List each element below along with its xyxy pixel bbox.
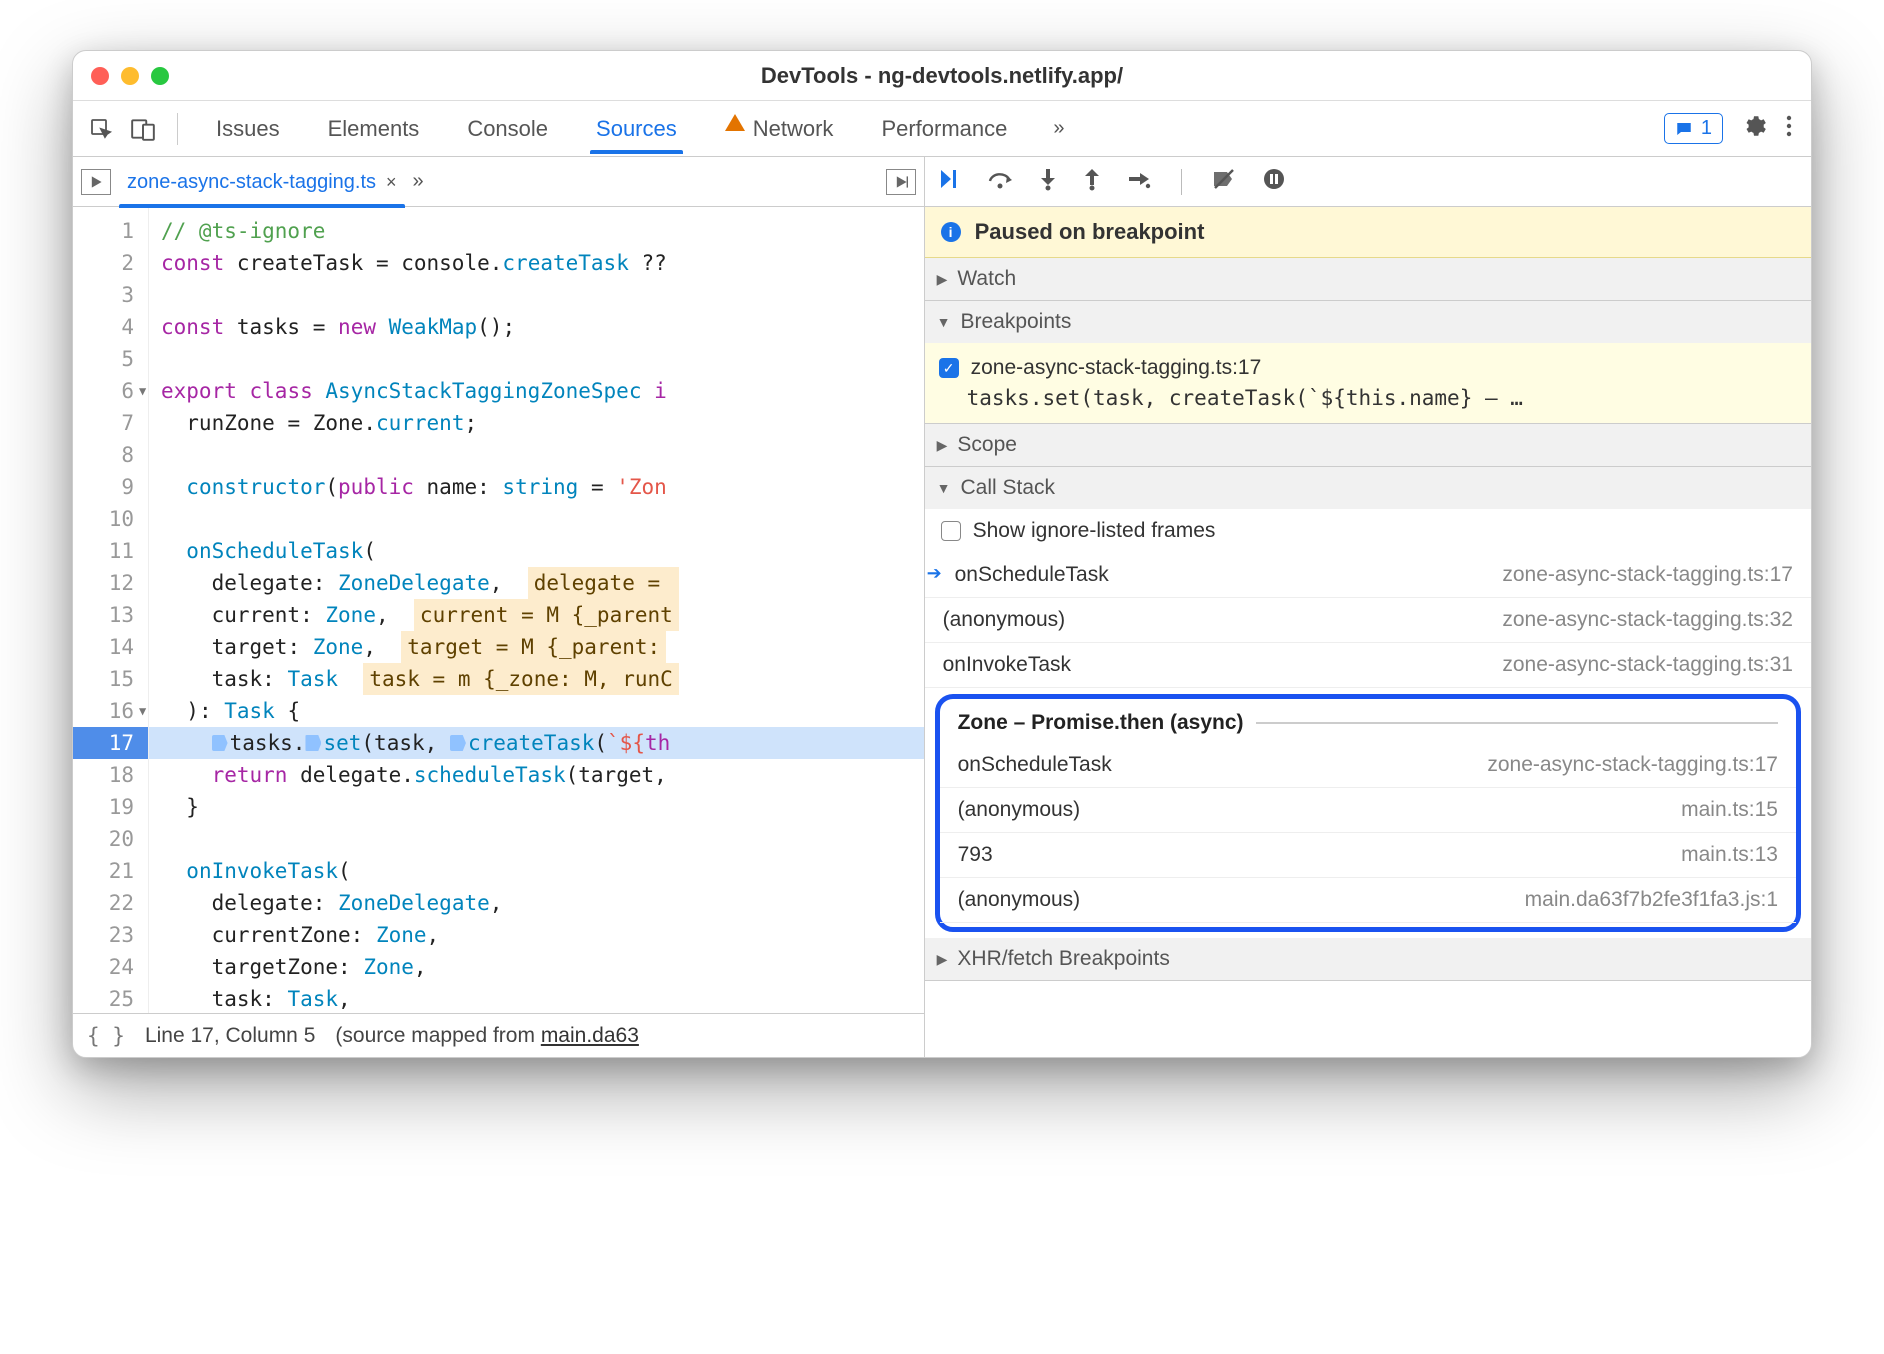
step-icon[interactable] bbox=[1127, 169, 1151, 195]
watch-section: ▶Watch bbox=[925, 258, 1811, 301]
devtools-window: DevTools - ng-devtools.netlify.app/ Issu… bbox=[72, 50, 1812, 1058]
step-out-icon[interactable] bbox=[1083, 167, 1101, 197]
debugger-toggle-icon[interactable] bbox=[886, 169, 916, 195]
checkbox-empty-icon[interactable] bbox=[941, 521, 961, 541]
separator bbox=[177, 113, 178, 145]
editor-statusbar: { } Line 17, Column 5 (source mapped fro… bbox=[73, 1013, 924, 1057]
async-stack-highlight: Zone – Promise.then (async) onScheduleTa… bbox=[935, 694, 1801, 932]
source-map-info: (source mapped from main.da63 bbox=[335, 1024, 639, 1048]
window-title: DevTools - ng-devtools.netlify.app/ bbox=[73, 63, 1811, 89]
more-file-tabs-icon[interactable]: » bbox=[413, 170, 424, 193]
file-tabs: zone-async-stack-tagging.ts × » bbox=[73, 157, 924, 207]
tab-performance[interactable]: Performance bbox=[879, 116, 1009, 154]
xhr-section: ▶XHR/fetch Breakpoints bbox=[925, 938, 1811, 981]
tab-issues[interactable]: Issues bbox=[214, 116, 282, 154]
stack-frame[interactable]: onScheduleTaskzone-async-stack-tagging.t… bbox=[925, 553, 1811, 598]
ignore-listed-label: Show ignore-listed frames bbox=[973, 519, 1216, 543]
source-map-link[interactable]: main.da63 bbox=[541, 1024, 639, 1047]
file-tab-label: zone-async-stack-tagging.ts bbox=[127, 171, 376, 194]
async-group-label: Zone – Promise.then (async) bbox=[958, 711, 1244, 735]
separator bbox=[1181, 169, 1183, 195]
stack-frame[interactable]: 793main.ts:13 bbox=[940, 833, 1796, 878]
file-tab-active[interactable]: zone-async-stack-tagging.ts × bbox=[119, 167, 405, 204]
debugger-pane: i Paused on breakpoint ▶Watch ▼Breakpoin… bbox=[925, 157, 1811, 1057]
step-over-icon[interactable] bbox=[987, 167, 1013, 197]
checkbox-checked-icon[interactable]: ✓ bbox=[939, 358, 959, 378]
breakpoints-header[interactable]: ▼Breakpoints bbox=[925, 301, 1811, 343]
step-into-icon[interactable] bbox=[1039, 167, 1057, 197]
tab-sources[interactable]: Sources bbox=[594, 116, 679, 154]
kebab-icon[interactable] bbox=[1785, 114, 1793, 144]
callstack-section: ▼Call Stack Show ignore-listed frames on… bbox=[925, 467, 1811, 938]
tab-network[interactable]: Network bbox=[723, 116, 836, 154]
scope-section: ▶Scope bbox=[925, 424, 1811, 467]
tab-network-label: Network bbox=[753, 116, 834, 142]
warning-icon bbox=[725, 114, 745, 131]
scope-header[interactable]: ▶Scope bbox=[925, 424, 1811, 466]
tab-console[interactable]: Console bbox=[465, 116, 550, 154]
close-icon[interactable] bbox=[91, 67, 109, 85]
main-toolbar: Issues Elements Console Sources Network … bbox=[73, 101, 1811, 157]
minimize-icon[interactable] bbox=[121, 67, 139, 85]
callstack-header[interactable]: ▼Call Stack bbox=[925, 467, 1811, 509]
breakpoint-code: tasks.set(task, createTask(`${this.name}… bbox=[967, 383, 1795, 413]
pause-on-exceptions-icon[interactable] bbox=[1262, 167, 1286, 197]
breakpoint-location: zone-async-stack-tagging.ts:17 bbox=[971, 353, 1262, 383]
inspect-icon[interactable] bbox=[83, 111, 119, 147]
code-editor[interactable]: 1234567891011121314151617181920212223242… bbox=[73, 207, 924, 1013]
deactivate-breakpoints-icon[interactable] bbox=[1212, 168, 1236, 196]
resume-icon[interactable] bbox=[937, 167, 961, 197]
issues-badge[interactable]: 1 bbox=[1664, 113, 1723, 144]
titlebar: DevTools - ng-devtools.netlify.app/ bbox=[73, 51, 1811, 101]
pretty-print-icon[interactable]: { } bbox=[87, 1024, 125, 1048]
stack-frame[interactable]: (anonymous)main.da63f7b2fe3f1fa3.js:1 bbox=[940, 878, 1796, 923]
tab-elements[interactable]: Elements bbox=[326, 116, 422, 154]
watch-header[interactable]: ▶Watch bbox=[925, 258, 1811, 300]
navigator-toggle-icon[interactable] bbox=[81, 169, 111, 195]
toolbar-right: 1 bbox=[1664, 113, 1793, 145]
close-icon[interactable]: × bbox=[386, 172, 397, 193]
pause-banner-text: Paused on breakpoint bbox=[975, 219, 1205, 245]
issues-count: 1 bbox=[1701, 117, 1712, 140]
stack-frame[interactable]: onInvokeTaskzone-async-stack-tagging.ts:… bbox=[925, 643, 1811, 688]
sources-pane: zone-async-stack-tagging.ts × » 12345678… bbox=[73, 157, 925, 1057]
cursor-position: Line 17, Column 5 bbox=[145, 1024, 315, 1048]
panel-tabs: Issues Elements Console Sources Network … bbox=[214, 110, 1658, 148]
stack-frame[interactable]: onScheduleTaskzone-async-stack-tagging.t… bbox=[940, 743, 1796, 788]
gear-icon[interactable] bbox=[1741, 113, 1767, 145]
window-controls bbox=[91, 67, 169, 85]
ignore-listed-toggle[interactable]: Show ignore-listed frames bbox=[925, 509, 1811, 553]
breakpoints-section: ▼Breakpoints ✓ zone-async-stack-tagging.… bbox=[925, 301, 1811, 424]
stack-frame[interactable]: (anonymous)main.ts:15 bbox=[940, 788, 1796, 833]
line-gutter[interactable]: 1234567891011121314151617181920212223242… bbox=[73, 207, 149, 1013]
info-icon: i bbox=[941, 222, 961, 242]
breakpoint-item[interactable]: ✓ zone-async-stack-tagging.ts:17 tasks.s… bbox=[925, 343, 1811, 423]
debugger-toolbar bbox=[925, 157, 1811, 207]
pause-banner: i Paused on breakpoint bbox=[925, 207, 1811, 258]
body: zone-async-stack-tagging.ts × » 12345678… bbox=[73, 157, 1811, 1057]
maximize-icon[interactable] bbox=[151, 67, 169, 85]
device-toggle-icon[interactable] bbox=[125, 111, 161, 147]
xhr-header[interactable]: ▶XHR/fetch Breakpoints bbox=[925, 938, 1811, 980]
more-tabs-icon[interactable]: » bbox=[1053, 117, 1064, 140]
async-group-header: Zone – Promise.then (async) bbox=[940, 703, 1796, 743]
code-content[interactable]: // @ts-ignoreconst createTask = console.… bbox=[149, 207, 924, 1013]
stack-frame[interactable]: (anonymous)zone-async-stack-tagging.ts:3… bbox=[925, 598, 1811, 643]
